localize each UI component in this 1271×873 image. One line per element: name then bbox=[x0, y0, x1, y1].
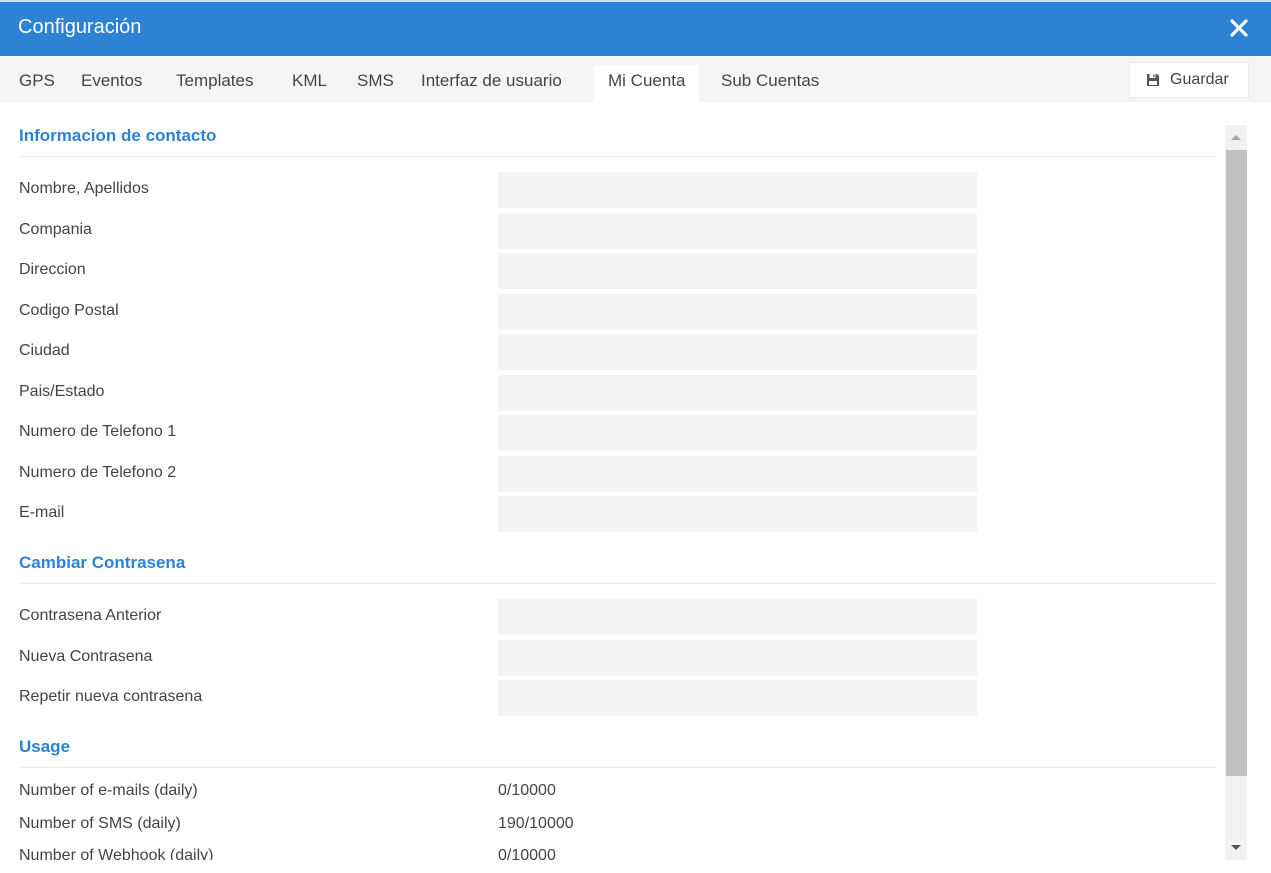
tab-gps[interactable]: GPS bbox=[5, 65, 69, 102]
field-label-ciudad: Ciudad bbox=[19, 342, 70, 359]
contrasena-anterior-input[interactable] bbox=[498, 599, 977, 635]
field-label-repetir-contrasena: Repetir nueva contrasena bbox=[19, 688, 203, 705]
tab-kml[interactable]: KML bbox=[278, 65, 341, 102]
tab-bar: GPS Eventos Templates KML SMS Interfaz d… bbox=[0, 56, 1271, 102]
section-title-usage: Usage bbox=[19, 737, 71, 756]
field-label-telefono-1: Numero de Telefono 1 bbox=[19, 423, 177, 440]
save-button[interactable]: Guardar bbox=[1129, 62, 1249, 98]
tab-interfaz-de-usuario[interactable]: Interfaz de usuario bbox=[407, 65, 576, 102]
field-label-email: E-mail bbox=[19, 504, 65, 521]
section-divider bbox=[19, 767, 1215, 768]
pais-estado-input[interactable] bbox=[498, 375, 977, 411]
scroll-up-arrow-icon[interactable] bbox=[1225, 125, 1247, 149]
field-label-compania: Compania bbox=[19, 221, 92, 238]
nueva-contrasena-input[interactable] bbox=[498, 640, 977, 676]
dialog-title: Configuración bbox=[18, 16, 142, 38]
section-divider bbox=[19, 156, 1215, 157]
section-title-password: Cambiar Contrasena bbox=[19, 553, 186, 572]
usage-value-sms: 190/10000 bbox=[498, 815, 574, 832]
tab-templates[interactable]: Templates bbox=[162, 65, 267, 102]
field-label-contrasena-anterior: Contrasena Anterior bbox=[19, 607, 162, 624]
section-divider bbox=[19, 583, 1215, 584]
tab-eventos[interactable]: Eventos bbox=[67, 65, 156, 102]
compania-input[interactable] bbox=[498, 213, 977, 249]
usage-label-webhook: Number of Webhook (daily) bbox=[19, 847, 214, 860]
ciudad-input[interactable] bbox=[498, 334, 977, 370]
telefono-1-input[interactable] bbox=[498, 415, 977, 451]
field-label-codigo-postal: Codigo Postal bbox=[19, 302, 119, 319]
tab-sms[interactable]: SMS bbox=[343, 65, 408, 102]
field-label-telefono-2: Numero de Telefono 2 bbox=[19, 464, 177, 481]
email-input[interactable] bbox=[498, 496, 977, 532]
codigo-postal-input[interactable] bbox=[498, 294, 977, 330]
close-icon[interactable] bbox=[1227, 16, 1251, 40]
repetir-contrasena-input[interactable] bbox=[498, 680, 977, 716]
usage-value-webhook: 0/10000 bbox=[498, 847, 556, 860]
floppy-disk-icon bbox=[1147, 74, 1159, 86]
save-button-label: Guardar bbox=[1170, 71, 1229, 88]
field-label-direccion: Direccion bbox=[19, 261, 86, 278]
tab-mi-cuenta[interactable]: Mi Cuenta bbox=[594, 65, 700, 102]
telefono-2-input[interactable] bbox=[498, 456, 977, 492]
settings-content: Informacion de contacto Nombre, Apellido… bbox=[0, 102, 1222, 860]
usage-label-emails: Number of e-mails (daily) bbox=[19, 782, 198, 799]
usage-label-sms: Number of SMS (daily) bbox=[19, 815, 181, 832]
tab-sub-cuentas[interactable]: Sub Cuentas bbox=[707, 65, 833, 102]
dialog-titlebar: Configuración bbox=[0, 2, 1271, 56]
nombre-apellidos-input[interactable] bbox=[498, 172, 977, 208]
usage-value-emails: 0/10000 bbox=[498, 782, 556, 799]
field-label-pais-estado: Pais/Estado bbox=[19, 383, 105, 400]
field-label-nueva-contrasena: Nueva Contrasena bbox=[19, 648, 153, 665]
scroll-down-arrow-icon[interactable] bbox=[1225, 836, 1247, 860]
field-label-nombre: Nombre, Apellidos bbox=[19, 180, 149, 197]
section-title-contact: Informacion de contacto bbox=[19, 126, 217, 145]
direccion-input[interactable] bbox=[498, 253, 977, 289]
scrollbar-thumb[interactable] bbox=[1226, 150, 1247, 776]
